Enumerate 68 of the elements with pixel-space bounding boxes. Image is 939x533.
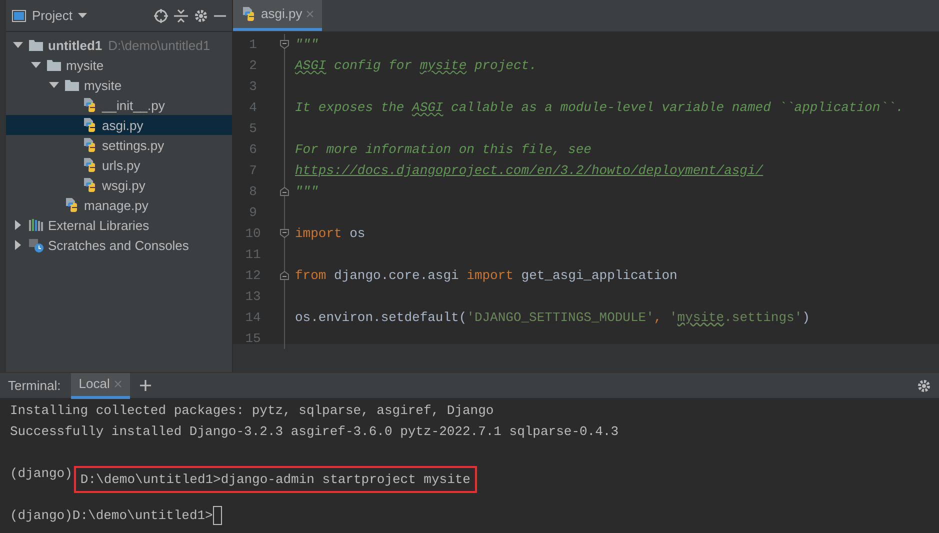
window-icon (12, 10, 26, 22)
tree-item[interactable]: asgi.py (6, 115, 232, 136)
line-number: 14 (244, 308, 262, 327)
settings-icon[interactable] (917, 378, 931, 392)
python-file-icon (64, 197, 80, 214)
settings-icon[interactable] (194, 8, 208, 22)
line-number: 9 (248, 204, 258, 222)
tree-item[interactable]: untitled1 D:\demo\untitled1 (6, 35, 232, 56)
code-line: https://docs.djangoproject.com/en/3.2/howto/deployment/asgi/ (295, 162, 764, 180)
editor-tab[interactable]: asgi.py (233, 0, 322, 31)
line-number: 15 (244, 330, 262, 348)
line-number: 6 (248, 140, 258, 159)
code-line: """ (295, 182, 318, 201)
folder-icon (64, 77, 80, 94)
panel-title: Project (32, 6, 72, 25)
folder-icon (28, 37, 44, 54)
code-line: ASGI config for mysite project. (295, 56, 537, 75)
line-number: 5 (248, 120, 258, 138)
tree-item[interactable]: mysite (6, 55, 232, 76)
library-icon (28, 217, 44, 234)
crosshair-icon[interactable] (154, 8, 168, 22)
tree-item[interactable]: settings.py (6, 135, 232, 156)
tree-item[interactable]: Scratches and Consoles (6, 235, 232, 256)
terminal-command: D:\demo\untitled1> (72, 506, 213, 525)
terminal-title: Terminal: (8, 376, 61, 395)
line-number: 7 (248, 162, 258, 180)
terminal-tab[interactable]: Local (70, 372, 130, 398)
terminal-output: Successfully installed Django-3.2.3 asgiref-3.6.0 pytz-2022.7.1 sqlparse-0.4.3 (10, 422, 618, 441)
tree-item[interactable]: External Libraries (6, 215, 232, 236)
line-number: 3 (248, 78, 258, 96)
highlighted-command: D:\demo\untitled1>django-admin startproject mysite (76, 468, 474, 492)
python-file-icon (82, 177, 98, 194)
code-line: """ (295, 36, 318, 54)
code-line: os.environ.setdefault('DJANGO_SETTINGS_MODULE', 'mysite.settings') (295, 308, 810, 327)
line-number: 8 (248, 182, 258, 201)
code-line: It exposes the ASGI callable as a module-level variable named ``application``. (295, 98, 904, 117)
python-file-icon (241, 6, 257, 22)
dropdown-caret-icon[interactable] (78, 12, 88, 18)
terminal-prompt: (django) (10, 506, 72, 525)
python-file-icon (82, 97, 98, 114)
fold-marker-icon[interactable] (280, 187, 288, 196)
tree-item[interactable]: __init__.py (6, 95, 232, 116)
code-line: from django.core.asgi import get_asgi_application (295, 266, 678, 285)
line-number: 10 (244, 224, 262, 243)
terminal-output: Installing collected packages: pytz, sqlparse, asgiref, Django (10, 402, 494, 420)
line-number: 4 (248, 98, 258, 117)
python-file-icon (82, 157, 98, 174)
terminal-prompt: (django) (10, 464, 72, 483)
tree-item[interactable]: mysite (6, 75, 232, 96)
line-number: 2 (248, 56, 258, 75)
plus-icon[interactable] (140, 380, 151, 391)
line-number: 13 (244, 288, 262, 306)
tree-item[interactable]: urls.py (6, 155, 232, 176)
code-line: For more information on this file, see (295, 140, 592, 159)
line-number: 11 (244, 246, 262, 264)
tree-item[interactable]: manage.py (6, 195, 232, 216)
scratch-console-icon (28, 237, 44, 254)
tree-item[interactable]: wsgi.py (6, 175, 232, 196)
python-file-icon (82, 137, 98, 154)
python-file-icon (82, 117, 98, 134)
line-number: 12 (244, 266, 262, 285)
fold-marker-icon[interactable] (280, 271, 288, 280)
folder-icon (46, 57, 62, 74)
collapse-all-icon[interactable] (174, 8, 188, 22)
line-number: 1 (248, 36, 258, 54)
fold-marker-icon[interactable] (280, 40, 288, 49)
code-line: import os (295, 224, 366, 243)
fold-marker-icon[interactable] (280, 229, 288, 238)
